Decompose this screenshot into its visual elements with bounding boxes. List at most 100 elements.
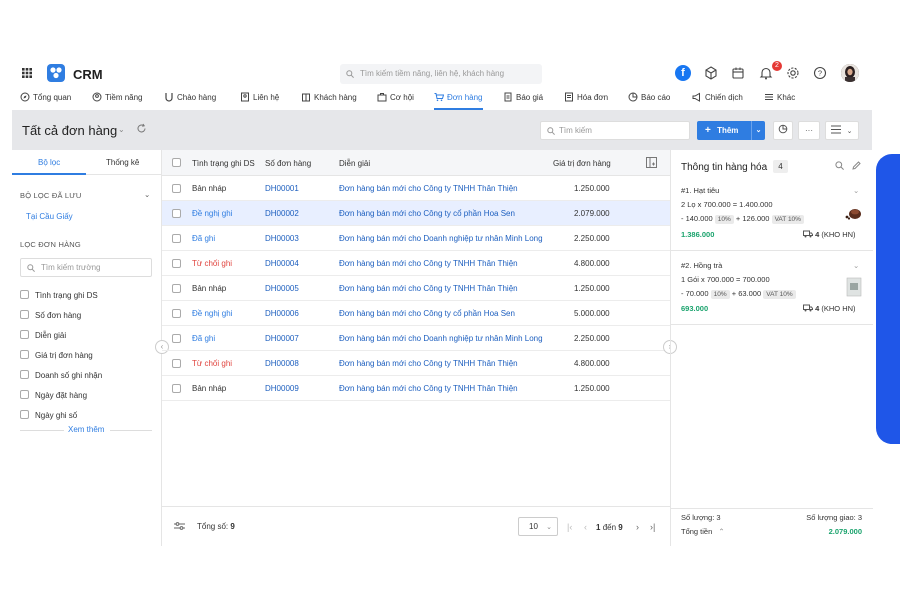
chevron-down-icon[interactable]: ⌄ xyxy=(853,186,859,195)
cell-order-number[interactable]: DH00003 xyxy=(265,234,299,243)
page-title[interactable]: Tất cả đơn hàng xyxy=(22,123,117,138)
last-page-icon[interactable]: ›| xyxy=(650,522,655,532)
cell-order-number[interactable]: DH00008 xyxy=(265,359,299,368)
filter-field-item[interactable]: Số đơn hàng xyxy=(20,310,81,322)
cell-order-number[interactable]: DH00005 xyxy=(265,284,299,293)
cell-description[interactable]: Đơn hàng bán mới cho Công ty cổ phần Hoa… xyxy=(339,209,515,218)
search-icon[interactable] xyxy=(835,161,844,170)
page-size-select[interactable]: 10 ⌄ xyxy=(518,517,558,536)
table-row[interactable]: Bản nháp DH00005 Đơn hàng bán mới cho Công… xyxy=(162,276,670,301)
row-checkbox[interactable] xyxy=(172,209,181,218)
product-name[interactable]: #1. Hạt tiêu xyxy=(681,186,719,195)
refresh-icon[interactable] xyxy=(136,123,147,134)
cell-order-number[interactable]: DH00009 xyxy=(265,384,299,393)
pencil-icon[interactable] xyxy=(852,161,861,170)
row-checkbox[interactable] xyxy=(172,384,181,393)
more-options-button[interactable]: ··· xyxy=(798,121,820,140)
row-checkbox[interactable] xyxy=(172,284,181,293)
nav-item-reports[interactable]: Báo cáo xyxy=(628,90,670,110)
column-settings-icon[interactable] xyxy=(646,157,657,168)
nav-item-quotes[interactable]: Báo giá xyxy=(503,90,543,110)
help-icon[interactable]: ? xyxy=(812,65,828,81)
cell-description[interactable]: Đơn hàng bán mới cho Công ty cổ phần Hoa… xyxy=(339,309,515,318)
chevron-down-icon[interactable]: ⌄ xyxy=(853,261,859,270)
add-dropdown-chevron-icon[interactable]: ⌄ xyxy=(751,121,765,140)
list-search-input[interactable]: Tìm kiếm xyxy=(540,121,690,140)
checkbox[interactable] xyxy=(20,290,29,299)
field-search-input[interactable]: Tìm kiếm trường xyxy=(20,258,152,277)
checkbox[interactable] xyxy=(20,310,29,319)
column-header-order-value[interactable]: Giá trị đơn hàng xyxy=(553,159,611,168)
select-all-checkbox[interactable] xyxy=(172,158,181,167)
column-header-order-number[interactable]: Số đơn hàng xyxy=(265,159,311,168)
nav-item-invoices[interactable]: Hóa đơn xyxy=(564,90,608,110)
cell-description[interactable]: Đơn hàng bán mới cho Công ty TNHH Thân T… xyxy=(339,184,518,193)
user-avatar[interactable] xyxy=(841,64,859,82)
table-row[interactable]: Bản nháp DH00009 Đơn hàng bán mới cho Công… xyxy=(162,376,670,401)
chart-view-button[interactable] xyxy=(773,121,793,140)
add-button[interactable]: + Thêm ⌄ xyxy=(697,121,765,140)
row-checkbox[interactable] xyxy=(172,234,181,243)
filter-field-item[interactable]: Tình trạng ghi DS xyxy=(20,290,98,302)
row-checkbox[interactable] xyxy=(172,309,181,318)
cell-order-number[interactable]: DH00001 xyxy=(265,184,299,193)
nav-item-customers[interactable]: Khách hàng xyxy=(301,90,357,110)
row-checkbox[interactable] xyxy=(172,359,181,368)
checkbox[interactable] xyxy=(20,350,29,359)
next-page-icon[interactable]: › xyxy=(636,522,639,532)
cell-order-number[interactable]: DH00007 xyxy=(265,334,299,343)
table-row[interactable]: Đề nghị ghi DH00006 Đơn hàng bán mới cho C… xyxy=(162,301,670,326)
nav-item-more[interactable]: Khác xyxy=(764,90,795,110)
nav-item-orders[interactable]: Đơn hàng xyxy=(434,90,483,110)
row-checkbox[interactable] xyxy=(172,334,181,343)
cell-order-number[interactable]: DH00006 xyxy=(265,309,299,318)
sliders-icon[interactable] xyxy=(174,521,185,531)
filter-field-item[interactable]: Giá trị đơn hàng xyxy=(20,350,93,362)
prev-page-icon[interactable]: ‹ xyxy=(584,522,587,532)
nav-item-overview[interactable]: Tổng quan xyxy=(20,90,71,110)
table-row[interactable]: Đề nghị ghi DH00002 Đơn hàng bán mới cho C… xyxy=(162,201,670,226)
table-row[interactable]: Bản nháp DH00001 Đơn hàng bán mới cho Công… xyxy=(162,176,670,201)
checkbox[interactable] xyxy=(20,410,29,419)
tab-filters[interactable]: Bộ lọc xyxy=(38,158,60,167)
cell-description[interactable]: Đơn hàng bán mới cho Công ty TNHH Thân T… xyxy=(339,359,518,368)
tab-statistics[interactable]: Thống kê xyxy=(106,158,139,167)
saved-filters-heading[interactable]: BỘ LỌC ĐÃ LƯU xyxy=(20,191,82,200)
gear-icon[interactable] xyxy=(785,65,801,81)
global-search-input[interactable]: Tìm kiếm tiềm năng, liên hệ, khách hàng xyxy=(340,64,542,84)
table-row[interactable]: Từ chối ghi DH00004 Đơn hàng bán mới cho C… xyxy=(162,251,670,276)
cube-icon[interactable] xyxy=(703,65,719,81)
filter-field-item[interactable]: Diễn giải xyxy=(20,330,66,342)
facebook-icon[interactable]: f xyxy=(675,65,691,81)
cell-description[interactable]: Đơn hàng bán mới cho Doanh nghiệp tư nhâ… xyxy=(339,334,543,343)
filter-field-item[interactable]: Ngày ghi số xyxy=(20,410,77,422)
checkbox[interactable] xyxy=(20,330,29,339)
chevron-down-icon[interactable]: ⌄ xyxy=(118,125,125,134)
cell-description[interactable]: Đơn hàng bán mới cho Doanh nghiệp tư nhâ… xyxy=(339,234,543,243)
table-row[interactable]: Từ chối ghi DH00008 Đơn hàng bán mới cho C… xyxy=(162,351,670,376)
nav-item-opportunities[interactable]: Cơ hội xyxy=(377,90,414,110)
filter-field-item[interactable]: Ngày đặt hàng xyxy=(20,390,87,402)
checkbox[interactable] xyxy=(20,370,29,379)
row-checkbox[interactable] xyxy=(172,184,181,193)
column-header-status[interactable]: Tình trạng ghi DS xyxy=(192,159,255,168)
cell-order-number[interactable]: DH00002 xyxy=(265,209,299,218)
nav-item-contacts[interactable]: Liên hệ xyxy=(240,90,279,110)
calendar-icon[interactable] xyxy=(730,65,746,81)
product-name[interactable]: #2. Hồng trà xyxy=(681,261,722,270)
nav-item-offers[interactable]: Chào hàng xyxy=(164,90,216,110)
first-page-icon[interactable]: |‹ xyxy=(567,522,572,532)
filter-field-item[interactable]: Doanh số ghi nhận xyxy=(20,370,102,382)
show-more-link[interactable]: Xem thêm xyxy=(68,425,104,434)
nav-item-leads[interactable]: Tiềm năng xyxy=(92,90,143,110)
view-mode-button[interactable]: ⌄ xyxy=(825,121,859,140)
cell-description[interactable]: Đơn hàng bán mới cho Công ty TNHH Thân T… xyxy=(339,284,518,293)
column-header-description[interactable]: Diễn giải xyxy=(339,159,370,168)
checkbox[interactable] xyxy=(20,390,29,399)
app-grid-icon[interactable] xyxy=(22,68,32,78)
nav-item-campaigns[interactable]: Chiến dịch xyxy=(692,90,743,110)
row-checkbox[interactable] xyxy=(172,259,181,268)
cell-description[interactable]: Đơn hàng bán mới cho Công ty TNHH Thân T… xyxy=(339,384,518,393)
table-row[interactable]: Đã ghi DH00003 Đơn hàng bán mới cho Doanh … xyxy=(162,226,670,251)
summary-total-row[interactable]: Tổng tiền ⌃ xyxy=(681,527,725,536)
